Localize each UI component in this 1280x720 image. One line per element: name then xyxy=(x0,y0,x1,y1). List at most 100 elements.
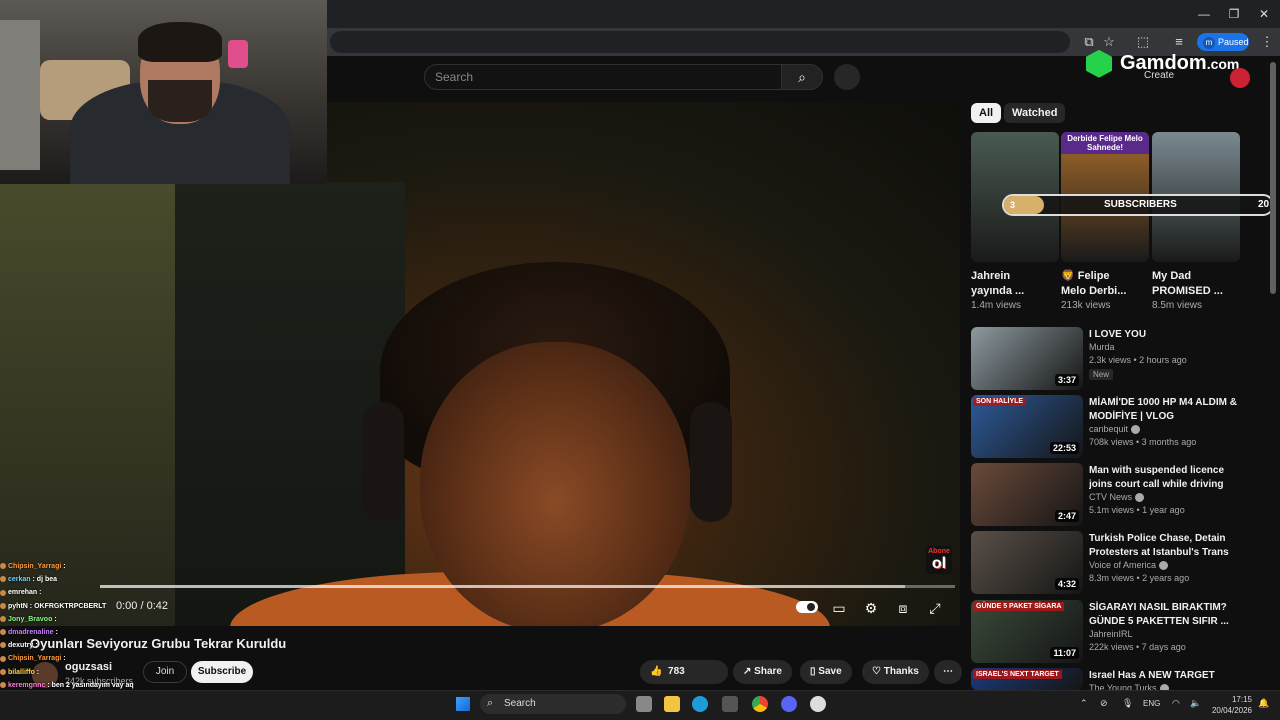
progress-buffer xyxy=(100,585,905,588)
more-actions-button[interactable]: ⋯ xyxy=(934,660,962,684)
verified-check-icon xyxy=(1159,561,1169,571)
thumbnail-text: SON HALİYLE xyxy=(973,397,1027,406)
chat-username: Jony_Bravoo xyxy=(8,615,53,623)
subscriber-goal-target: 20 xyxy=(1258,199,1270,210)
recommendation-title[interactable]: Israel Has A NEW TARGET xyxy=(1089,669,1239,683)
miniplayer-icon[interactable]: ⧈ xyxy=(892,598,914,618)
duration-badge: 4:32 xyxy=(1054,578,1079,590)
search-input[interactable]: Search xyxy=(424,64,782,90)
chip-watched[interactable]: Watched xyxy=(1004,103,1066,123)
recommendation-meta: 708k views • 3 months ago xyxy=(1089,437,1197,447)
settings-gear-icon[interactable]: ⚙ xyxy=(860,598,882,618)
chat-username: pyhtN xyxy=(8,602,28,610)
fullscreen-icon[interactable]: ⤢ xyxy=(924,598,946,618)
edge-icon[interactable] xyxy=(692,696,708,712)
recommendation-channel[interactable]: JahreinIRL xyxy=(1089,629,1133,639)
recommendation-thumbnail[interactable]: GÜNDE 5 PAKET SİGARA 11:07 xyxy=(971,600,1083,663)
address-bar[interactable] xyxy=(330,31,1070,53)
network-off-icon[interactable]: ⊘ xyxy=(1100,698,1108,709)
autoplay-toggle[interactable] xyxy=(796,601,818,613)
short-title-line: My Dad xyxy=(1152,270,1192,282)
recommendation-title[interactable]: SİGARAYI NASIL BIRAKTIM? GÜNDE 5 PAKETTE… xyxy=(1089,601,1239,629)
volume-icon[interactable]: 🔈 xyxy=(1190,698,1201,709)
short-title[interactable]: Jahrein yayında ... xyxy=(971,269,1059,299)
chat-message: Jony_Bravoo : xyxy=(0,613,150,626)
language-indicator[interactable]: ENG xyxy=(1143,699,1160,708)
clock-time: 17:15 xyxy=(1231,695,1252,704)
share-icon: ↗ xyxy=(743,666,752,677)
thumbnail-text: GÜNDE 5 PAKET SİGARA xyxy=(973,602,1065,611)
thanks-button[interactable]: ♡ Thanks xyxy=(862,660,929,684)
store-icon[interactable] xyxy=(722,696,738,712)
chat-text: : xyxy=(35,642,38,650)
close-window-icon[interactable]: ✕ xyxy=(1256,6,1272,22)
recommendation-thumbnail[interactable]: 3:37 xyxy=(971,327,1083,390)
recommendation-title[interactable]: Turkish Police Chase, Detain Protesters … xyxy=(1089,532,1239,560)
short-title-line: PROMISED ... xyxy=(1152,285,1223,297)
sidebar-scrollbar[interactable] xyxy=(1270,62,1276,294)
recommendation-title[interactable]: I LOVE YOU xyxy=(1089,328,1239,342)
search-button[interactable]: ⌕ xyxy=(781,64,823,90)
recommendation-title[interactable]: Man with suspended licence joins court c… xyxy=(1089,464,1239,492)
recommendation-channel[interactable]: CTV News xyxy=(1089,492,1145,503)
thanks-icon: ♡ xyxy=(872,666,881,677)
recommendation-thumbnail[interactable]: 4:32 xyxy=(971,531,1083,594)
thumbnail-text: ISRAEL'S NEXT TARGET xyxy=(973,670,1062,679)
duration-badge: 3:37 xyxy=(1054,374,1079,386)
chat-username: bilalliffo xyxy=(8,668,35,676)
search-icon: ⌕ xyxy=(798,69,806,85)
recommendation-channel[interactable]: Voice of America xyxy=(1089,560,1169,571)
tray-chevron-icon[interactable]: ⌃ xyxy=(1080,698,1088,709)
short-title[interactable]: My Dad PROMISED ... xyxy=(1152,269,1240,299)
chat-badge-icon xyxy=(0,629,6,636)
subscribe-button[interactable]: Subscribe xyxy=(191,661,253,683)
webcam-overlay xyxy=(0,0,327,184)
short-title-line: Jahrein xyxy=(971,270,1011,282)
verified-check-icon xyxy=(1131,425,1141,435)
recommendation-channel[interactable]: Murda xyxy=(1089,342,1115,352)
chat-text: : xyxy=(54,615,57,623)
recommendation-thumbnail[interactable]: 2:47 xyxy=(971,463,1083,526)
webcam-door xyxy=(0,20,40,170)
start-icon[interactable] xyxy=(456,697,470,711)
create-button[interactable]: Create xyxy=(1144,70,1174,81)
recommendation-title[interactable]: MİAMİ'DE 1000 HP M4 ALDIM & MODİFİYE | V… xyxy=(1089,396,1239,424)
recommendation-channel[interactable]: canbequit xyxy=(1089,424,1141,435)
recommendation-thumbnail[interactable]: SON HALİYLE 22:53 xyxy=(971,395,1083,458)
maximize-icon[interactable]: ❐ xyxy=(1226,6,1242,22)
chat-text: : OKFRGKTRPCBERLT xyxy=(29,602,107,610)
wifi-icon[interactable]: ◠ xyxy=(1172,698,1180,709)
duration-badge: 2:47 xyxy=(1054,510,1079,522)
profile-status: Paused xyxy=(1218,37,1249,47)
chrome-icon[interactable] xyxy=(752,696,768,712)
microphone-icon[interactable]: 🎙 xyxy=(1122,698,1133,709)
file-explorer-icon[interactable] xyxy=(664,696,680,712)
taskbar-clock[interactable]: 17:15 20/04/2026 xyxy=(1210,694,1252,716)
voice-search-button[interactable] xyxy=(834,64,860,90)
recommendation-thumbnail[interactable]: ISRAEL'S NEXT TARGET xyxy=(971,668,1083,690)
chat-username: Chipsin_Yarragi xyxy=(8,655,62,663)
taskbar-search-icon: ⌕ xyxy=(487,697,494,709)
chat-message: pyhtN : OKFRGKTRPCBERLT xyxy=(0,600,150,613)
thanks-label: Thanks xyxy=(883,666,919,677)
short-title[interactable]: 🦁 Felipe Melo Derbi... xyxy=(1061,269,1149,299)
save-button[interactable]: ▯ Save xyxy=(800,660,852,684)
chat-text: : ben 2 yasındayım vay aq xyxy=(47,681,134,689)
account-avatar[interactable] xyxy=(1230,68,1250,88)
task-view-icon[interactable] xyxy=(636,696,652,712)
chat-text: : xyxy=(63,563,66,570)
app-icon[interactable] xyxy=(810,696,826,712)
subscriber-goal-current: 3 xyxy=(1010,200,1016,210)
subtitles-icon[interactable]: ▭ xyxy=(828,598,850,618)
chat-username: dmadrenaline xyxy=(8,629,54,637)
taskbar-search[interactable]: Search xyxy=(480,694,626,714)
minimize-icon[interactable]: — xyxy=(1196,6,1212,22)
chat-username: emrehan xyxy=(8,589,38,597)
share-button[interactable]: ↗ Share xyxy=(733,660,792,684)
chat-badge-icon xyxy=(0,563,6,570)
discord-icon[interactable] xyxy=(781,696,797,712)
chip-all[interactable]: All xyxy=(971,103,1002,123)
chat-badge-icon xyxy=(0,602,6,609)
like-button[interactable]: 👍 783 xyxy=(640,660,728,684)
notification-bell-icon[interactable]: 🔔 xyxy=(1258,698,1269,709)
